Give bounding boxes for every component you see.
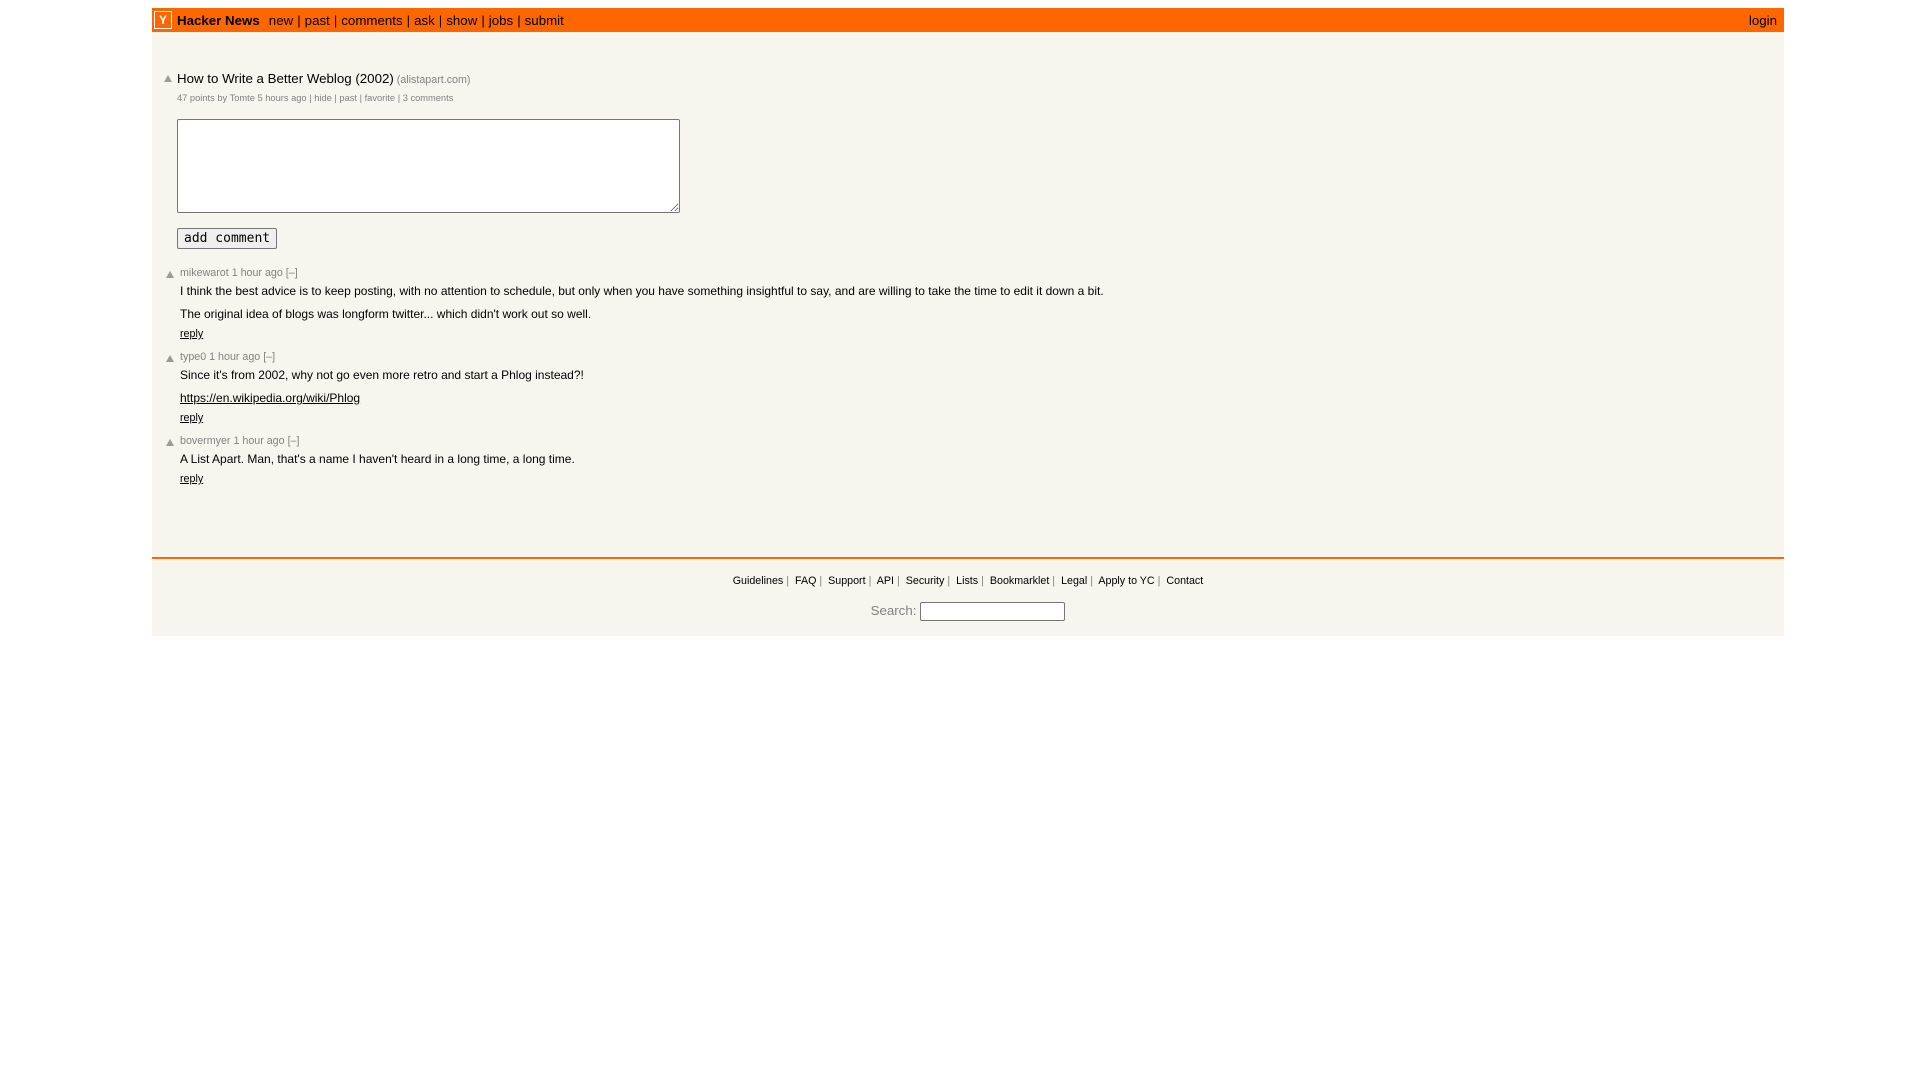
nav-separator: | bbox=[297, 12, 301, 28]
footer-separator: | bbox=[819, 575, 823, 587]
footer-separator: | bbox=[1052, 575, 1056, 587]
nav-separator: | bbox=[333, 12, 338, 28]
comment-user-link[interactable]: bovermyer bbox=[180, 435, 230, 447]
footer-separator: | bbox=[1157, 575, 1161, 587]
footer-links: Guidelines | FAQ | Support | API | Security |… bbox=[152, 575, 1784, 587]
story-past-link[interactable]: past bbox=[339, 93, 357, 103]
comment-user-link[interactable]: mikewarot bbox=[180, 267, 229, 279]
footer-separator: | bbox=[947, 575, 951, 587]
comment-text: A List Apart. Man, that's a name I haven… bbox=[180, 452, 575, 466]
footer: Guidelines | FAQ | Support | API | Security |… bbox=[152, 557, 1784, 636]
comment-collapse-toggle[interactable]: [–] bbox=[288, 435, 300, 447]
nav-jobs-link[interactable]: jobs bbox=[489, 13, 513, 28]
y-logo-icon[interactable]: Y bbox=[154, 11, 172, 29]
nav-new-link[interactable]: new bbox=[269, 13, 293, 28]
story-hide-link[interactable]: hide bbox=[314, 93, 332, 103]
nav-ask-link[interactable]: ask bbox=[414, 13, 435, 28]
story-favorite-link[interactable]: favorite bbox=[365, 93, 396, 103]
comment-user-link[interactable]: type0 bbox=[180, 351, 206, 363]
nav-separator: | bbox=[406, 12, 411, 28]
search-input[interactable] bbox=[920, 602, 1066, 621]
story-title-link[interactable]: How to Write a Better Weblog (2002) bbox=[177, 71, 394, 86]
nav-submit-link[interactable]: submit bbox=[525, 13, 564, 28]
search-label: Search: bbox=[870, 603, 917, 619]
add-comment-button[interactable]: add comment bbox=[177, 228, 278, 249]
story-domain[interactable]: (alistapart.com) bbox=[397, 74, 471, 86]
nav-comments-link[interactable]: comments bbox=[341, 13, 402, 28]
footer-link-security[interactable]: Security bbox=[906, 575, 945, 587]
story-user-link[interactable]: Tomte bbox=[230, 93, 255, 103]
story-title-row: How to Write a Better Weblog (2002) (alis… bbox=[177, 71, 470, 86]
story-age-link[interactable]: 5 hours ago bbox=[258, 93, 307, 103]
comment-upvote-arrow-icon[interactable] bbox=[166, 355, 174, 362]
comment-textarea[interactable] bbox=[177, 119, 680, 213]
top-bar: Y Hacker News new | past | comments | as… bbox=[152, 8, 1784, 32]
nav-show-link[interactable]: show bbox=[446, 13, 477, 28]
search-row: Search: bbox=[152, 602, 1784, 621]
comment-collapse-toggle[interactable]: [–] bbox=[263, 351, 275, 363]
comment-external-link[interactable]: https://en.wikipedia.org/wiki/Phlog bbox=[180, 391, 360, 405]
comment-tree: mikewarot 1 hour ago [–] I think the bes… bbox=[152, 267, 1784, 557]
comment-header: bovermyer 1 hour ago [–] bbox=[180, 435, 299, 447]
story-subtext: 47 points by Tomte 5 hours ago | hide | … bbox=[177, 93, 453, 103]
comment-age-link[interactable]: 1 hour ago bbox=[232, 267, 283, 279]
nav-past-link[interactable]: past bbox=[305, 13, 330, 28]
footer-separator: | bbox=[1090, 575, 1093, 587]
subtext-separator: | bbox=[309, 93, 312, 103]
story-comments-link[interactable]: 3 comments bbox=[403, 93, 454, 103]
footer-link-apply-to-yc[interactable]: Apply to YC bbox=[1098, 575, 1154, 587]
comment-header: type0 1 hour ago [–] bbox=[180, 351, 275, 363]
subtext-separator: | bbox=[359, 93, 362, 103]
comment-reply-link[interactable]: reply bbox=[180, 328, 203, 340]
footer-link-api[interactable]: API bbox=[877, 575, 894, 587]
footer-separator: | bbox=[981, 575, 984, 587]
footer-separator: | bbox=[868, 575, 872, 587]
comment-upvote-arrow-icon[interactable] bbox=[166, 271, 174, 278]
comment-age-link[interactable]: 1 hour ago bbox=[209, 351, 260, 363]
footer-link-guidelines[interactable]: Guidelines bbox=[733, 575, 784, 587]
footer-link-legal[interactable]: Legal bbox=[1061, 575, 1087, 587]
hn-main-container: Y Hacker News new | past | comments | as… bbox=[152, 8, 1784, 636]
comment-age-link[interactable]: 1 hour ago bbox=[233, 435, 284, 447]
comment-text: I think the best advice is to keep posti… bbox=[180, 284, 1104, 298]
footer-link-bookmarklet[interactable]: Bookmarklet bbox=[990, 575, 1049, 587]
story-section: How to Write a Better Weblog (2002) (alis… bbox=[152, 32, 1784, 267]
nav-separator: | bbox=[438, 12, 443, 28]
subtext-separator: | bbox=[397, 93, 401, 103]
footer-link-support[interactable]: Support bbox=[828, 575, 865, 587]
subtext-separator: | bbox=[334, 93, 337, 103]
footer-link-lists[interactable]: Lists bbox=[956, 575, 978, 587]
footer-separator: | bbox=[897, 575, 900, 587]
comment-upvote-arrow-icon[interactable] bbox=[166, 439, 174, 446]
footer-link-faq[interactable]: FAQ bbox=[795, 575, 816, 587]
story-points: 47 points bbox=[177, 93, 215, 103]
comment-text: The original idea of blogs was longform … bbox=[180, 307, 592, 321]
site-name-link[interactable]: Hacker News bbox=[177, 13, 260, 28]
story-upvote-arrow-icon[interactable] bbox=[164, 75, 172, 82]
comment-text: Since it's from 2002, why not go even mo… bbox=[180, 368, 584, 382]
footer-separator: | bbox=[786, 575, 790, 587]
comment-header: mikewarot 1 hour ago [–] bbox=[180, 267, 298, 279]
story-by-label: by bbox=[217, 93, 228, 103]
nav-separator: | bbox=[481, 12, 485, 28]
nav-separator: | bbox=[517, 12, 521, 28]
login-link[interactable]: login bbox=[1749, 13, 1777, 28]
comment-text-link-row: https://en.wikipedia.org/wiki/Phlog bbox=[180, 391, 360, 405]
comment-reply-link[interactable]: reply bbox=[180, 412, 203, 424]
footer-link-contact[interactable]: Contact bbox=[1166, 575, 1203, 587]
comment-reply-link[interactable]: reply bbox=[180, 473, 203, 485]
comment-collapse-toggle[interactable]: [–] bbox=[286, 267, 298, 279]
